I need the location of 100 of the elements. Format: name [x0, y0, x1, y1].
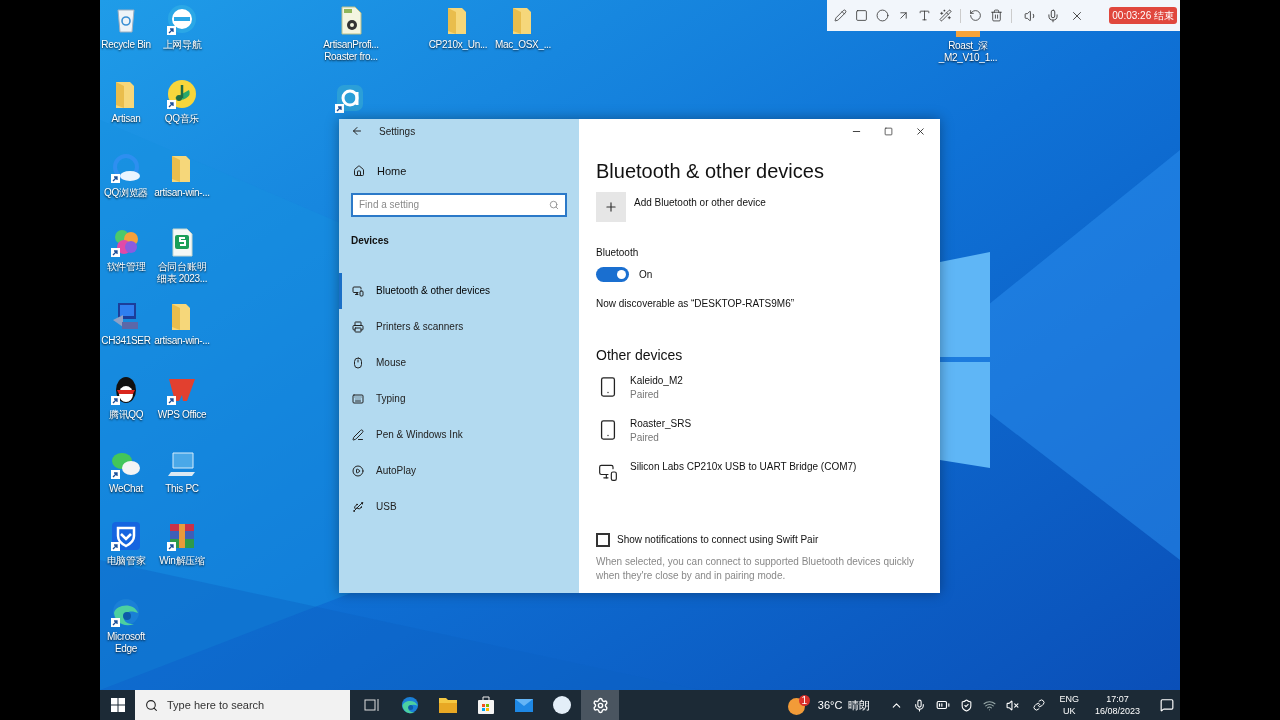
- nav-label: USB: [376, 500, 397, 514]
- wifi-icon[interactable]: [983, 698, 997, 712]
- nav-item[interactable]: Mouse: [339, 344, 579, 381]
- clock-date: 16/08/2023: [1094, 705, 1140, 717]
- icon-label: Edge: [114, 643, 138, 655]
- icon-label: QQ音乐: [164, 113, 200, 125]
- nav-label: Typing: [376, 392, 406, 406]
- device-item[interactable]: Kaleido_M2 Paired: [596, 374, 940, 402]
- device-item[interactable]: Roaster_SRS Paired: [596, 417, 940, 445]
- home-link[interactable]: Home: [377, 163, 407, 180]
- search-icon: [145, 698, 158, 712]
- device-name: Roaster_SRS: [630, 417, 692, 431]
- rectangle-icon[interactable]: [855, 9, 868, 22]
- arrow-icon[interactable]: [897, 9, 910, 22]
- nav-label: Mouse: [376, 356, 406, 370]
- icon-label: 腾讯QQ: [108, 409, 144, 421]
- icon-label: WPS Office: [157, 409, 207, 421]
- language-region: UK: [1062, 705, 1076, 717]
- window-title: Settings: [379, 124, 416, 139]
- search-field[interactable]: Find a setting: [351, 192, 567, 217]
- clock-time: 17:07: [1106, 693, 1129, 705]
- nav-label: Bluetooth & other devices: [376, 284, 490, 298]
- notification-badge: 1: [798, 695, 810, 706]
- add-device-label[interactable]: Add Bluetooth or other device: [634, 195, 766, 210]
- checkbox-label[interactable]: Show notifications to connect using Swift Pair: [617, 532, 819, 547]
- section-heading: Other devices: [596, 346, 684, 365]
- discoverable-text: Now discoverable as “DESKTOP-RATS9M6”: [596, 297, 796, 311]
- taskbar-search-field[interactable]: Type here to search: [135, 690, 350, 720]
- nav-item[interactable]: Printers & scanners: [339, 308, 579, 345]
- nav-label: AutoPlay: [376, 464, 417, 478]
- device-item[interactable]: Silicon Labs CP210x USB to UART Bridge (COM7): [596, 460, 940, 482]
- checkbox[interactable]: [596, 532, 610, 547]
- usb-icon: [352, 500, 364, 513]
- link-icon[interactable]: [1033, 699, 1046, 711]
- search-placeholder: Type here to search: [167, 697, 265, 713]
- devices-icon: [598, 462, 618, 482]
- circle-icon[interactable]: [876, 9, 889, 22]
- nav-item[interactable]: AutoPlay: [339, 452, 579, 489]
- trash-icon[interactable]: [990, 9, 1003, 22]
- notifications-icon[interactable]: [1160, 698, 1174, 712]
- windows-logo-icon: [110, 698, 125, 712]
- icon-label: Roaster fro...: [324, 51, 378, 63]
- task-view-icon: [364, 698, 380, 712]
- back-icon[interactable]: [351, 125, 363, 137]
- e-logo-icon[interactable]: [166, 4, 198, 36]
- icon-label: QQ浏览器: [103, 187, 149, 199]
- cloud-browser-icon[interactable]: [110, 152, 142, 184]
- nav-item[interactable]: Typing: [339, 380, 579, 417]
- keyboard-icon: [352, 392, 364, 405]
- icon-label: artisan-win-...: [154, 335, 210, 347]
- microphone-icon[interactable]: [913, 698, 927, 712]
- search-placeholder: Find a setting: [359, 198, 420, 212]
- plus-icon: [604, 200, 618, 214]
- icon-label: CP210x_Un...: [428, 39, 488, 51]
- shield-icon[interactable]: [960, 698, 974, 712]
- settings-icon: [591, 696, 609, 714]
- clock[interactable]: 17:07 16/08/2023: [1094, 693, 1140, 717]
- undo-icon[interactable]: [969, 9, 982, 22]
- edge-logo-icon: [400, 695, 420, 715]
- pencil-icon[interactable]: [834, 9, 847, 22]
- language-code: ENG: [1059, 693, 1079, 705]
- home-icon[interactable]: [353, 165, 365, 178]
- text-tool-icon[interactable]: [918, 9, 931, 22]
- muted-speaker-icon[interactable]: [1006, 698, 1020, 712]
- icon-label: 电脑管家: [106, 555, 146, 567]
- device-status: Paired: [630, 388, 660, 402]
- nav-item[interactable]: Pen & Windows Ink: [339, 416, 579, 453]
- circle-app-icon: [552, 695, 572, 715]
- language-indicator[interactable]: ENG UK: [1059, 693, 1079, 717]
- device-status: Paired: [630, 431, 660, 445]
- device-name: Silicon Labs CP210x USB to UART Bridge (COM7): [630, 460, 857, 474]
- icon-label: This PC: [165, 483, 199, 495]
- taskbar-app[interactable]: [581, 690, 619, 720]
- shopping-bag-icon: [477, 695, 495, 715]
- weather-condition[interactable]: 晴朗: [848, 696, 871, 714]
- icon-label: 细表 2023...: [156, 273, 208, 285]
- add-device-button[interactable]: [596, 192, 626, 222]
- nav-item[interactable]: Bluetooth & other devices: [339, 272, 579, 309]
- device-name: Kaleido_M2: [630, 374, 683, 388]
- nav-label: Printers & scanners: [376, 320, 464, 334]
- temperature[interactable]: 36°C: [817, 696, 843, 714]
- edge-logo-icon[interactable]: [110, 596, 142, 628]
- music-note-icon[interactable]: [166, 78, 198, 110]
- microphone-icon[interactable]: [1046, 8, 1060, 23]
- stop-recording-button[interactable]: 00:03:26 结束: [1109, 7, 1177, 24]
- maximize-icon[interactable]: [884, 126, 893, 136]
- icon-label: Win解压缩: [159, 555, 205, 567]
- magic-wand-icon[interactable]: [939, 9, 952, 22]
- search-icon: [549, 199, 559, 210]
- app-icon[interactable]: [334, 82, 366, 114]
- icon-label: 软件管理: [106, 261, 146, 273]
- close-icon[interactable]: [915, 125, 926, 137]
- page-title: Bluetooth & other devices: [596, 159, 825, 184]
- bluetooth-label: Bluetooth: [596, 246, 640, 260]
- battery-icon[interactable]: [936, 698, 951, 712]
- icon-label: ArtisanProfi...: [323, 39, 379, 51]
- nav-item[interactable]: USB: [339, 488, 579, 525]
- nav-label: Pen & Windows Ink: [376, 428, 463, 442]
- bluetooth-toggle[interactable]: [596, 267, 629, 282]
- devices-icon: [352, 284, 364, 297]
